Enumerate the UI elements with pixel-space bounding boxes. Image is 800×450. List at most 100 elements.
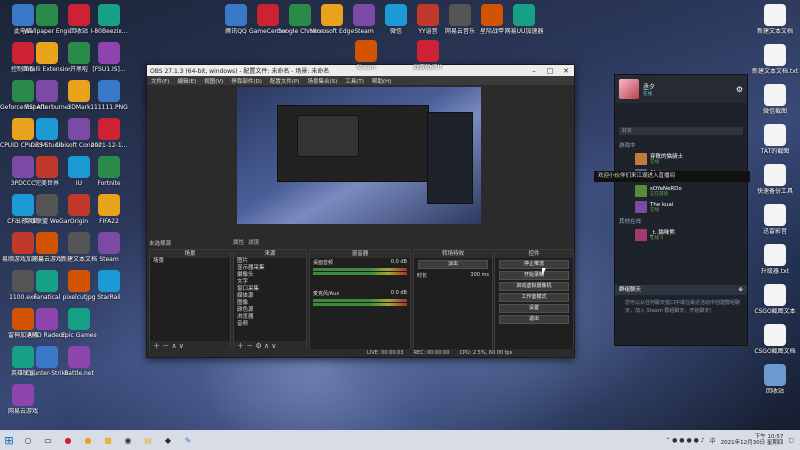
menu-item[interactable]: 编辑(E) — [177, 77, 196, 85]
friend-item[interactable]: 穿靴的猫骑士 在线 — [615, 151, 747, 167]
desktop-icon[interactable]: 2021-12-1... — [86, 118, 132, 149]
menu-item[interactable]: 停靠部件(D) — [231, 77, 262, 85]
desktop-icon[interactable]: I-80Beezix... — [86, 4, 132, 35]
tray-icons[interactable]: ⌃ ● ● ● ● ♪ — [665, 437, 704, 444]
menu-item[interactable]: 视图(V) — [204, 77, 223, 85]
duration-value[interactable]: 300 ms — [470, 272, 489, 279]
search-icon[interactable]: ○ — [20, 432, 36, 448]
netease-icon[interactable]: ● — [60, 432, 76, 448]
desktop-icon[interactable]: 快速备份工具 — [752, 164, 798, 195]
menu-item[interactable]: 工具(T) — [345, 77, 364, 85]
steam-friends-window[interactable]: 丞夕 在线 ⚙ 好友 游戏中 穿靴的猫骑士在线Akria在线 - 游戏sOYaN… — [614, 74, 748, 346]
minimize-icon[interactable]: – — [526, 67, 542, 75]
tab-filters[interactable]: 滤镜 — [248, 238, 259, 246]
control-button[interactable]: 启动虚拟摄像机 — [499, 282, 569, 291]
app-icon — [353, 4, 375, 26]
friends-search-input[interactable]: 好友 — [619, 127, 743, 135]
control-button[interactable]: 工作室模式 — [499, 293, 569, 302]
input-language[interactable]: 中 — [710, 436, 716, 445]
desktop-icon[interactable]: 网易云游戏 — [0, 384, 46, 415]
avatar[interactable] — [619, 79, 639, 99]
menu-item[interactable]: 帮助(H) — [372, 77, 391, 85]
obs-preview[interactable] — [237, 87, 481, 224]
source-item[interactable]: 音频 — [234, 321, 306, 328]
groupchat-header[interactable]: 群组聊天 ⊕ — [615, 285, 747, 295]
desktop-icon-label: Steam — [99, 256, 119, 263]
scene-item[interactable]: 场景 — [150, 258, 230, 265]
desktop-icon-label: StarRail — [97, 294, 121, 301]
desktop-icon[interactable]: 回收站 — [752, 364, 798, 395]
windows-icon[interactable]: ⊞ — [0, 434, 18, 447]
notepad-icon[interactable]: ✎ — [180, 432, 196, 448]
menu-item[interactable]: 场景集合(S) — [307, 77, 337, 85]
source-item[interactable]: 显示器采集 — [234, 265, 306, 272]
desktop-icon-label: 回收站 — [765, 388, 784, 395]
controls-dock: 控件 停止推流 开始录制 启动虚拟摄像机 工作室模式 设置 退出 — [494, 249, 574, 351]
desktop-icon[interactable]: TAT的截图 — [752, 124, 798, 155]
desktop-icon[interactable]: Steam — [343, 40, 389, 71]
friend-name: sOYaNeRDo — [650, 185, 682, 192]
desktop-icon[interactable]: StarRail — [86, 270, 132, 301]
desktop-icon[interactable]: CSGO截图文本 — [752, 284, 798, 315]
clock[interactable]: 下午 10:57 2021年12月30日 星期四 — [721, 434, 784, 446]
source-item[interactable]: 浏览器 — [234, 314, 306, 321]
app-icon — [98, 156, 120, 178]
desktop-icon[interactable]: 迅雷影音 — [752, 204, 798, 235]
preview-nested-panel — [297, 115, 359, 157]
desktop-icon[interactable]: Fortnite — [86, 156, 132, 187]
control-button[interactable]: 设置 — [499, 304, 569, 313]
desktop-icon[interactable]: 网易UU加速器 — [501, 4, 547, 35]
notification-icon[interactable]: ▢ — [788, 437, 794, 444]
desktop-icon-label: TAT的截图 — [760, 148, 790, 155]
gear-icon[interactable]: ⚙ — [736, 85, 743, 94]
source-item[interactable]: 媒体源 — [234, 293, 306, 300]
maximize-icon[interactable]: □ — [542, 67, 558, 75]
volume-meter — [313, 272, 407, 275]
add-groupchat-icon[interactable]: ⊕ — [738, 285, 743, 295]
other-online-label: 其他在线 — [619, 219, 642, 225]
source-item[interactable]: 摄像头 — [234, 272, 306, 279]
desktop-icon[interactable]: Battle.net — [56, 346, 102, 377]
source-item[interactable]: 窗口采集 — [234, 286, 306, 293]
transition-select[interactable]: 淡出 — [418, 260, 488, 269]
desktop-icon[interactable]: 微信截图 — [752, 84, 798, 115]
scenes-title: 场景 — [150, 250, 230, 258]
menu-item[interactable]: 配置文件(P) — [270, 77, 300, 85]
desktop-icon-label: 网易云游戏 — [7, 408, 38, 415]
friend-item[interactable]: The kuai 在线 — [615, 199, 747, 215]
menu-item[interactable]: 文件(F) — [151, 77, 169, 85]
desktop-icon[interactable]: 新建文本文档 — [752, 4, 798, 35]
source-item[interactable]: 文字 — [234, 279, 306, 286]
desktop-icon[interactable]: 战双帕弥什 — [405, 40, 451, 71]
friend-status: 正在游戏 — [650, 191, 668, 197]
desktop-icon[interactable]: CSGO截图文档 — [752, 324, 798, 355]
desktop-icon[interactable]: [FSU1.IS]... — [86, 42, 132, 73]
desktop-icon[interactable]: 111111.PNG — [86, 80, 132, 111]
source-item[interactable]: 图片 — [234, 258, 306, 265]
desktop-icon[interactable]: Steam — [86, 232, 132, 263]
control-button[interactable]: 停止推流 — [499, 260, 569, 269]
desktop-icon[interactable]: 升级器.txt — [752, 244, 798, 275]
desktop-icon-label: 网易UU加速器 — [504, 28, 544, 35]
desktop-icon[interactable]: 新建文本文档.txt — [752, 44, 798, 75]
desktop-icon[interactable]: FIFA22 — [86, 194, 132, 225]
app-icon — [36, 232, 58, 254]
desktop-icon[interactable]: Epic Games — [56, 308, 102, 339]
file-explorer-icon[interactable]: ▤ — [140, 432, 156, 448]
folder-icon[interactable]: ■ — [100, 432, 116, 448]
chrome-icon[interactable]: ● — [80, 432, 96, 448]
task-view-icon[interactable]: ▭ — [40, 432, 56, 448]
sources-title: 来源 — [234, 250, 306, 258]
control-button[interactable]: 开始录制 — [499, 271, 569, 280]
obs-taskbar-icon[interactable]: ◉ — [120, 432, 136, 448]
control-button[interactable]: 退出 — [499, 315, 569, 324]
obs-window[interactable]: OBS 27.1.3 (64-bit, windows) - 配置文件: 未命名… — [146, 64, 575, 358]
steam-taskbar-icon[interactable]: ◆ — [160, 432, 176, 448]
source-item[interactable]: 颜色源 — [234, 307, 306, 314]
friend-item[interactable]: sOYaNeRDo 正在游戏 — [615, 183, 747, 199]
friend-item[interactable]: _t..猫咪熊 在线 5 — [615, 227, 747, 243]
obs-title: OBS 27.1.3 (64-bit, windows) - 配置文件: 未命名… — [150, 68, 330, 75]
close-icon[interactable]: ✕ — [558, 67, 574, 75]
source-item[interactable]: 图像 — [234, 300, 306, 307]
tab-properties[interactable]: 属性 — [233, 238, 244, 246]
